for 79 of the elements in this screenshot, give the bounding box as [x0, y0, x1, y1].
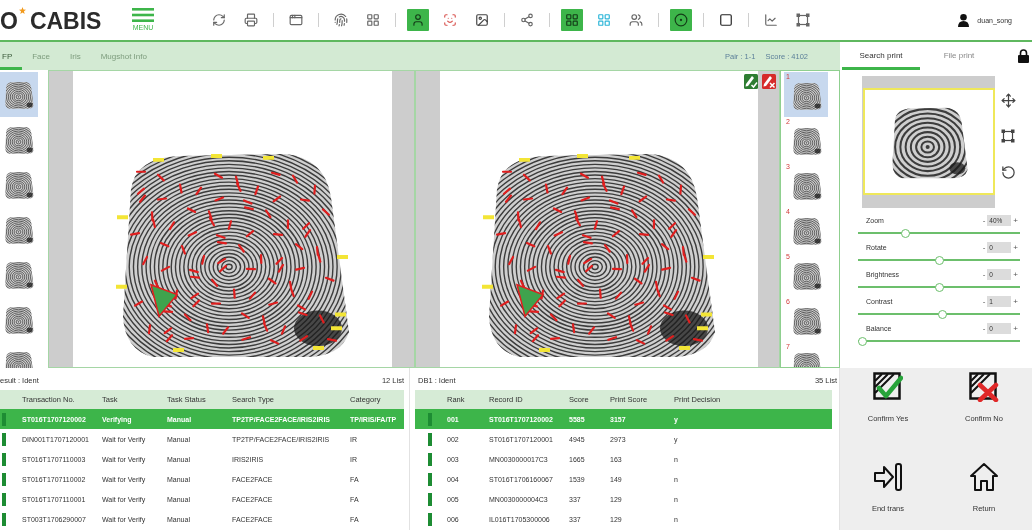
logo-mark: O: [0, 7, 18, 35]
face-scan-icon: [443, 13, 457, 27]
slider-thumb[interactable]: [858, 336, 867, 346]
pencil-check-icon[interactable]: [744, 74, 758, 89]
status-bar-icon: [2, 452, 6, 466]
cross-mark-icon: [969, 372, 999, 402]
tab[interactable]: Search print: [842, 42, 920, 70]
increase-button[interactable]: +: [1011, 296, 1020, 307]
move-button[interactable]: [1000, 92, 1016, 108]
arrow-to-bar-icon: [873, 462, 903, 492]
status-bar-icon: [428, 432, 432, 446]
status-bar-icon: [428, 512, 432, 526]
person-button[interactable]: [407, 9, 429, 31]
decrease-button[interactable]: -: [980, 269, 988, 280]
fit-frame-icon: [1001, 129, 1015, 143]
fingerprint-drawing: [4, 125, 34, 154]
check-mark-icon: [873, 372, 903, 402]
grid-icon: [366, 13, 380, 27]
fingerprint-drawing: [4, 260, 34, 289]
user-icon: [958, 13, 970, 27]
logo-text: CABIS: [29, 7, 102, 35]
fingerprint-drawing: [4, 170, 34, 199]
status-bar-icon: [428, 452, 432, 466]
slider-thumb[interactable]: [937, 309, 947, 319]
increase-button[interactable]: +: [1011, 215, 1020, 226]
status-bar-icon: [2, 412, 6, 426]
fingerprint-drawing: [792, 172, 822, 200]
person-icon: [411, 13, 425, 27]
fingerprint-drawing: [792, 217, 822, 245]
grid-icon: [597, 13, 611, 27]
rotate-icon: [1000, 164, 1016, 180]
fingerprint-drawing: [792, 307, 822, 335]
slider-thumb[interactable]: [934, 255, 944, 265]
layout-button[interactable]: [561, 9, 583, 31]
target-button[interactable]: [670, 9, 692, 31]
status-bar-icon: [2, 512, 6, 526]
status-bar-icon: [428, 472, 432, 486]
move-icon: [1000, 92, 1016, 108]
status-bar-icon: [2, 432, 6, 446]
target-icon: [674, 13, 688, 27]
fingerprint-drawing: [792, 262, 822, 290]
fingerprint-thumbnail[interactable]: [0, 72, 38, 117]
status-bar-icon: [2, 492, 6, 506]
increase-button[interactable]: +: [1011, 323, 1020, 334]
fit-frame-icon: [796, 13, 810, 27]
home-icon: [969, 462, 999, 492]
fingerprint-drawing: [792, 82, 822, 110]
slider-thumb[interactable]: [934, 282, 944, 292]
lock-icon: [1018, 49, 1029, 63]
status-bar-icon: [428, 412, 432, 426]
fingerprint-drawing: [4, 215, 34, 244]
increase-button[interactable]: +: [1011, 269, 1020, 280]
decrease-button[interactable]: -: [980, 296, 988, 307]
square-icon: [719, 13, 733, 27]
image-icon: [475, 13, 489, 27]
fingerprint-drawing: [4, 80, 34, 109]
fingerprint-icon: [334, 13, 348, 27]
tab[interactable]: File print: [920, 42, 998, 70]
decrease-button[interactable]: -: [980, 242, 988, 253]
share-icon: [520, 13, 534, 27]
fingerprint-drawing: [4, 305, 34, 334]
window-icon: [289, 13, 303, 27]
printer-icon: [244, 13, 258, 27]
status-bar-icon: [2, 472, 6, 486]
chart-icon: [764, 13, 778, 27]
refresh-icon: [212, 13, 226, 27]
rotate-button[interactable]: [1000, 164, 1016, 180]
pencil-cross-icon[interactable]: [762, 74, 776, 89]
menu-icon: [132, 8, 154, 22]
fit-button[interactable]: [1000, 128, 1016, 144]
decrease-button[interactable]: -: [980, 323, 988, 334]
status-bar-icon: [428, 492, 432, 506]
decrease-button[interactable]: -: [980, 215, 988, 226]
increase-button[interactable]: +: [1011, 242, 1020, 253]
users-icon: [629, 13, 643, 27]
star-icon: [18, 7, 26, 14]
slider-thumb[interactable]: [900, 228, 910, 238]
grid-icon: [565, 13, 579, 27]
fingerprint-drawing: [792, 127, 822, 155]
